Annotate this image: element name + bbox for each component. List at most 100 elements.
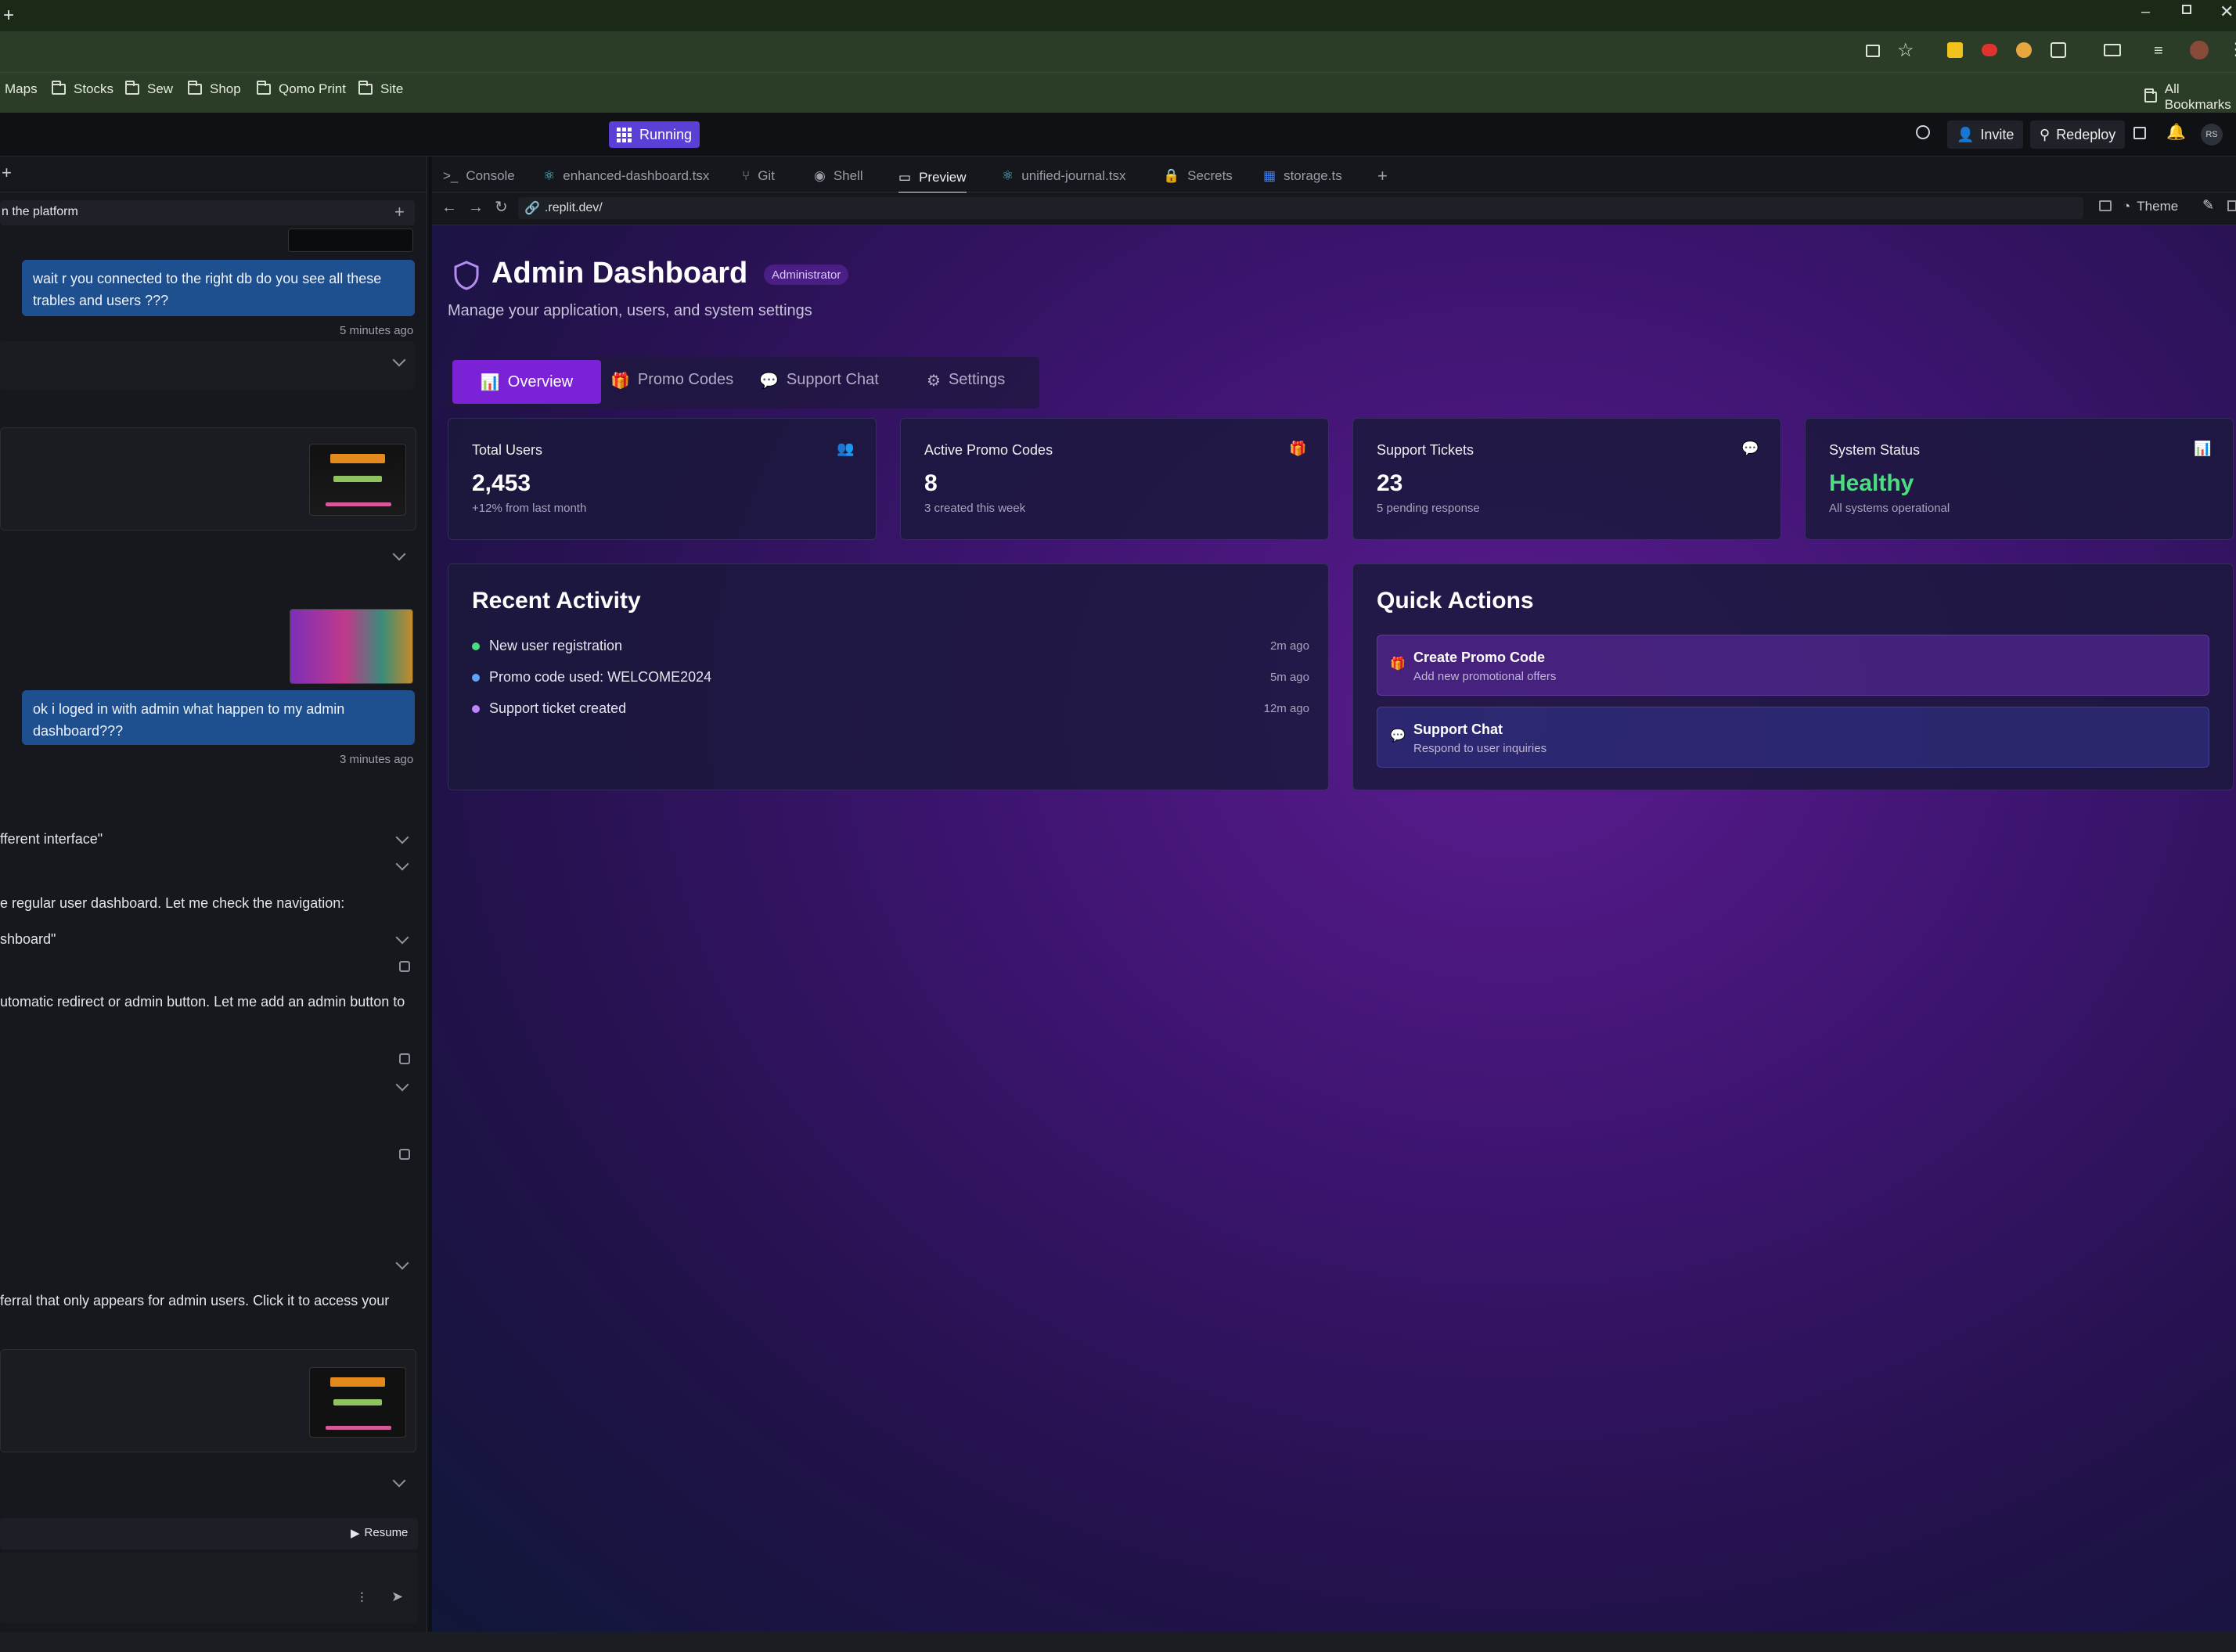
activity-item: Support ticket created 12m ago [472,700,1309,717]
back-arrow-icon[interactable]: ← [441,199,457,217]
browser-menu-icon[interactable]: ⋮ [2227,39,2236,59]
monitor-icon: ▭ [898,169,912,185]
profile-avatar-icon[interactable] [2190,41,2209,59]
devices-icon[interactable] [2099,200,2112,211]
invite-label: Invite [1980,126,2015,142]
tab-preview[interactable]: ▭ Preview [898,163,967,194]
new-tab-button[interactable]: + [1377,163,1388,189]
section-title: Quick Actions [1377,588,1534,614]
rollback-icon[interactable] [399,1053,410,1064]
running-grid-icon [617,127,632,142]
deploy-icon: ⚲ [2040,126,2051,142]
theme-label: Theme [2137,199,2179,214]
invite-button[interactable]: 👤 Invite [1947,121,2024,149]
rollback-icon[interactable] [399,1149,410,1160]
send-icon[interactable]: ➤ [391,1589,403,1605]
chat-input[interactable]: ⫶ ➤ [0,1553,418,1623]
rollback-icon[interactable] [399,961,410,972]
media-icon[interactable]: ≡ [2154,42,2163,60]
sidepanel-icon[interactable] [2104,44,2121,56]
new-tab-icon[interactable]: + [3,5,14,27]
wrench-icon[interactable]: ✎ [2202,197,2214,214]
message-icon: 💬 [759,373,779,390]
bookmark-star-icon[interactable]: ☆ [1897,39,1914,62]
react-file-icon: ⚛ [543,168,556,183]
url-input[interactable]: 🔗 .replit.dev/ [518,197,2083,219]
minimize-icon[interactable]: – [2141,3,2150,21]
bookmark-sew[interactable]: Sew [125,81,173,97]
tab-shell[interactable]: ◉ Shell [814,163,863,189]
bookmark-maps[interactable]: Maps [5,81,38,97]
screenshot-card[interactable] [0,1349,416,1452]
forward-arrow-icon[interactable]: → [468,199,484,217]
tab-overview[interactable]: 📊 Overview [452,360,601,404]
collapsed-step[interactable] [0,532,415,579]
agent-chat-pane: + n the platform + wait r you connected … [0,157,427,1632]
close-window-icon[interactable]: ✕ [2220,2,2234,22]
gear-icon: ⚙ [927,373,941,390]
redeploy-button[interactable]: ⚲ Redeploy [2030,121,2126,149]
chevron-down-icon[interactable] [395,857,409,871]
user-avatar[interactable]: RS [2201,124,2223,146]
screenshot-card[interactable] [0,427,416,531]
extensions-puzzle-icon[interactable] [2051,42,2066,58]
theme-button[interactable]: ◔ Theme [2123,199,2178,214]
extension-icon-2[interactable] [1982,44,1997,56]
tab-secrets[interactable]: 🔒 Secrets [1163,163,1233,189]
restore-icon[interactable] [2182,5,2191,14]
folder-icon [358,81,373,95]
add-user-icon: 👤 [1957,126,1975,142]
running-status-button[interactable]: Running [609,121,700,148]
shell-icon: ◉ [814,168,826,183]
copy-icon[interactable] [2133,127,2146,139]
chevron-down-icon[interactable] [395,830,409,844]
notification-bell-icon[interactable]: 🔔 [2166,122,2186,142]
settings-sliders-icon[interactable]: ⫶ [360,1590,364,1607]
preview-address-bar: ← → ↻ 🔗 .replit.dev/ ◔ Theme ✎ [432,193,2236,225]
tab-support-chat[interactable]: 💬 Support Chat [759,371,879,391]
gift-icon: 🎁 [610,373,630,390]
bookmark-site[interactable]: Site [358,81,403,97]
folder-icon [257,81,271,95]
tab-git[interactable]: ⑂ Git [742,163,775,189]
tab-enhanced-dashboard[interactable]: ⚛ enhanced-dashboard.tsx [543,163,709,189]
screenshot-thumbnail[interactable] [288,229,413,252]
bar-chart-icon: 📊 [2194,441,2212,456]
tab-unified-journal[interactable]: ⚛ unified-journal.tsx [1002,163,1126,189]
tab-promo-codes[interactable]: 🎁 Promo Codes [610,371,733,391]
chevron-down-icon[interactable] [395,930,409,945]
resume-button[interactable]: ▶ Resume [351,1526,408,1540]
search-icon[interactable] [1916,125,1930,139]
screenshot-thumbnail [309,1367,406,1438]
tab-storage[interactable]: ▦ storage.ts [1263,163,1342,189]
add-tab-icon[interactable]: + [2,163,12,183]
chevron-down-icon[interactable] [395,1078,409,1092]
collapsed-step[interactable] [0,341,415,390]
create-promo-code-button[interactable]: 🎁 Create Promo Code Add new promotional … [1377,635,2209,696]
git-icon: ⑂ [742,168,751,183]
tab-console[interactable]: >_ Console [443,163,515,189]
activity-item: New user registration 2m ago [472,638,1309,654]
support-chat-button[interactable]: 💬 Support Chat Respond to user inquiries [1377,707,2209,768]
chevron-down-icon[interactable] [392,1474,406,1488]
all-bookmarks[interactable]: All Bookmarks [2144,81,2236,113]
tab-settings[interactable]: ⚙ Settings [927,371,1005,391]
add-icon[interactable]: + [394,202,405,222]
bookmark-label: Shop [210,81,241,96]
bookmark-shop[interactable]: Shop [188,81,241,97]
reload-icon[interactable]: ↻ [495,197,508,217]
bookmark-stocks[interactable]: Stocks [52,81,113,97]
screenshot-thumbnail[interactable] [290,609,413,684]
extension-icon-1[interactable] [1947,42,1963,58]
extension-icon-3[interactable] [2016,42,2032,58]
install-app-icon[interactable] [1866,45,1880,57]
bookmark-qomo-print[interactable]: Qomo Print [257,81,346,97]
chevron-down-icon[interactable] [395,1256,409,1270]
stat-card-total-users: Total Users 👥 2,453 +12% from last month [448,418,877,540]
stat-value: 2,453 [472,470,531,496]
stat-subtext: 3 created this week [924,502,1026,515]
stat-value: 8 [924,470,938,496]
chevron-down-icon [392,547,406,561]
open-new-window-icon[interactable] [2227,200,2236,211]
users-icon: 👥 [837,441,855,456]
